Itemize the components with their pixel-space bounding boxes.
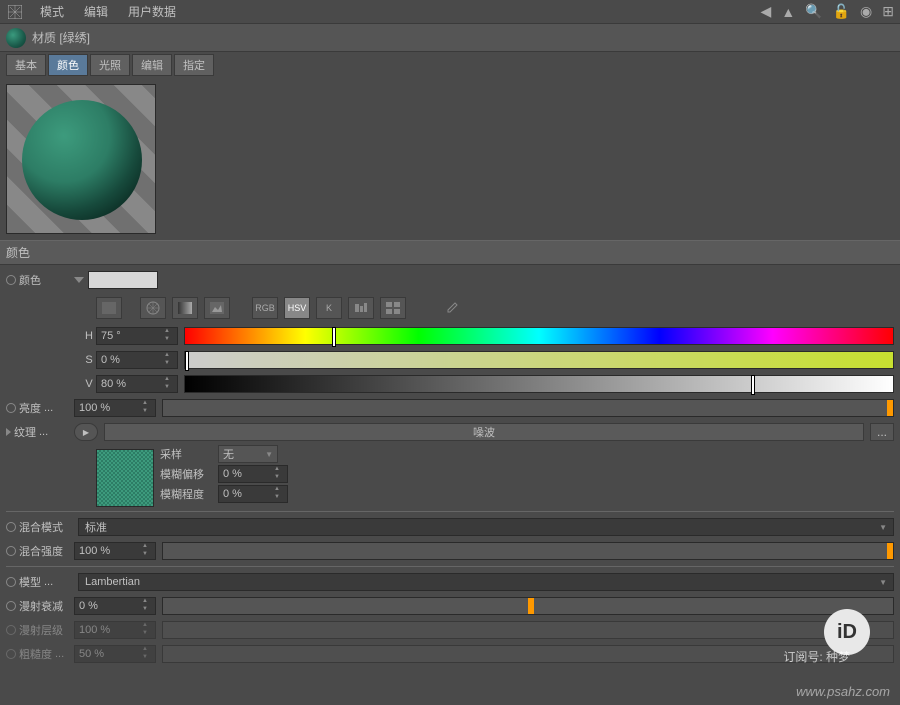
- label-blend-strength: 混合强度: [19, 543, 63, 559]
- expand-icon[interactable]: [6, 428, 11, 436]
- menu-mode[interactable]: 模式: [30, 3, 74, 20]
- watermark-subscribe: 订阅号: 种梦: [783, 648, 850, 665]
- param-marker-icon: [6, 546, 16, 556]
- search-icon[interactable]: 🔍: [805, 3, 822, 20]
- blend-strength-input[interactable]: 100 %▲▼: [74, 542, 156, 560]
- menu-edit[interactable]: 编辑: [74, 3, 118, 20]
- val-slider[interactable]: [184, 375, 894, 393]
- label-blur-offset: 模糊偏移: [160, 466, 212, 482]
- param-marker-icon: [6, 403, 16, 413]
- label-blend-mode: 混合模式: [19, 519, 63, 535]
- param-marker-icon: [6, 625, 16, 635]
- texture-preview[interactable]: [96, 449, 154, 507]
- label-diffuse-falloff: 漫射衰减: [19, 598, 63, 614]
- mode-rgb-button[interactable]: RGB: [252, 297, 278, 319]
- diffuse-falloff-input[interactable]: 0 %▲▼: [74, 597, 156, 615]
- param-marker-icon: [6, 601, 16, 611]
- hue-slider[interactable]: [184, 327, 894, 345]
- tab-color[interactable]: 颜色: [48, 54, 88, 76]
- lock-icon[interactable]: 🔓: [833, 3, 850, 20]
- sampling-dropdown[interactable]: 无▼: [218, 445, 278, 463]
- label-sampling: 采样: [160, 446, 212, 462]
- mode-image-icon[interactable]: [204, 297, 230, 319]
- label-model: 模型: [19, 574, 41, 590]
- color-swatch[interactable]: [88, 271, 158, 289]
- val-input[interactable]: 80 %▲▼: [96, 375, 178, 393]
- material-thumbnail-icon: [6, 28, 26, 48]
- eyedropper-icon[interactable]: [438, 297, 464, 319]
- sat-label: S: [82, 354, 96, 366]
- add-icon[interactable]: ⊞: [882, 3, 894, 20]
- mode-kelvin-button[interactable]: K: [316, 297, 342, 319]
- mode-swatches-icon[interactable]: [380, 297, 406, 319]
- param-marker-icon: [6, 275, 16, 285]
- mode-hsv-button[interactable]: HSV: [284, 297, 310, 319]
- diffuse-level-slider: [162, 621, 894, 639]
- material-preview[interactable]: [6, 84, 156, 234]
- label-color: 颜色: [19, 272, 41, 288]
- collapse-icon[interactable]: [74, 277, 84, 283]
- menu-userdata[interactable]: 用户数据: [118, 3, 186, 20]
- blend-strength-slider[interactable]: [162, 542, 894, 560]
- texture-play-button[interactable]: ▶: [74, 423, 98, 441]
- label-brightness: 亮度: [19, 400, 41, 416]
- blur-scale-input[interactable]: 0 %▲▼: [218, 485, 288, 503]
- preview-sphere: [22, 100, 142, 220]
- roughness-input: 50 %▲▼: [74, 645, 156, 663]
- app-icon[interactable]: [6, 3, 24, 21]
- watermark-url: www.psahz.com: [796, 684, 890, 699]
- target-icon[interactable]: ◉: [860, 3, 872, 20]
- param-marker-icon: [6, 522, 16, 532]
- brightness-slider[interactable]: [162, 399, 894, 417]
- tab-assign[interactable]: 指定: [174, 54, 214, 76]
- label-roughness: 粗糙度: [19, 646, 52, 662]
- material-title: 材质 [绿绣]: [32, 29, 90, 46]
- blur-offset-input[interactable]: 0 %▲▼: [218, 465, 288, 483]
- tab-edit[interactable]: 编辑: [132, 54, 172, 76]
- mode-spectrum-icon[interactable]: [96, 297, 122, 319]
- texture-name-field[interactable]: 噪波: [104, 423, 864, 441]
- label-texture: 纹理: [14, 424, 36, 440]
- mode-gradient-icon[interactable]: [172, 297, 198, 319]
- param-marker-icon: [6, 649, 16, 659]
- nav-back-icon[interactable]: ◀: [761, 3, 772, 20]
- label-blur-scale: 模糊程度: [160, 486, 212, 502]
- mode-wheel-icon[interactable]: [140, 297, 166, 319]
- section-color-header: 颜色: [0, 240, 900, 265]
- hue-input[interactable]: 75 °▲▼: [96, 327, 178, 345]
- diffuse-falloff-slider[interactable]: [162, 597, 894, 615]
- tab-basic[interactable]: 基本: [6, 54, 46, 76]
- brightness-input[interactable]: 100 %▲▼: [74, 399, 156, 417]
- diffuse-level-input: 100 %▲▼: [74, 621, 156, 639]
- sat-input[interactable]: 0 %▲▼: [96, 351, 178, 369]
- val-label: V: [82, 378, 96, 390]
- nav-up-icon[interactable]: ▲: [781, 4, 795, 20]
- tab-illumination[interactable]: 光照: [90, 54, 130, 76]
- model-dropdown[interactable]: Lambertian▼: [78, 573, 894, 591]
- hue-label: H: [82, 330, 96, 342]
- sat-slider[interactable]: [184, 351, 894, 369]
- texture-more-button[interactable]: ...: [870, 423, 894, 441]
- param-marker-icon: [6, 577, 16, 587]
- blend-mode-dropdown[interactable]: 标准▼: [78, 518, 894, 536]
- mode-mixer-icon[interactable]: [348, 297, 374, 319]
- label-diffuse-level: 漫射层级: [19, 622, 63, 638]
